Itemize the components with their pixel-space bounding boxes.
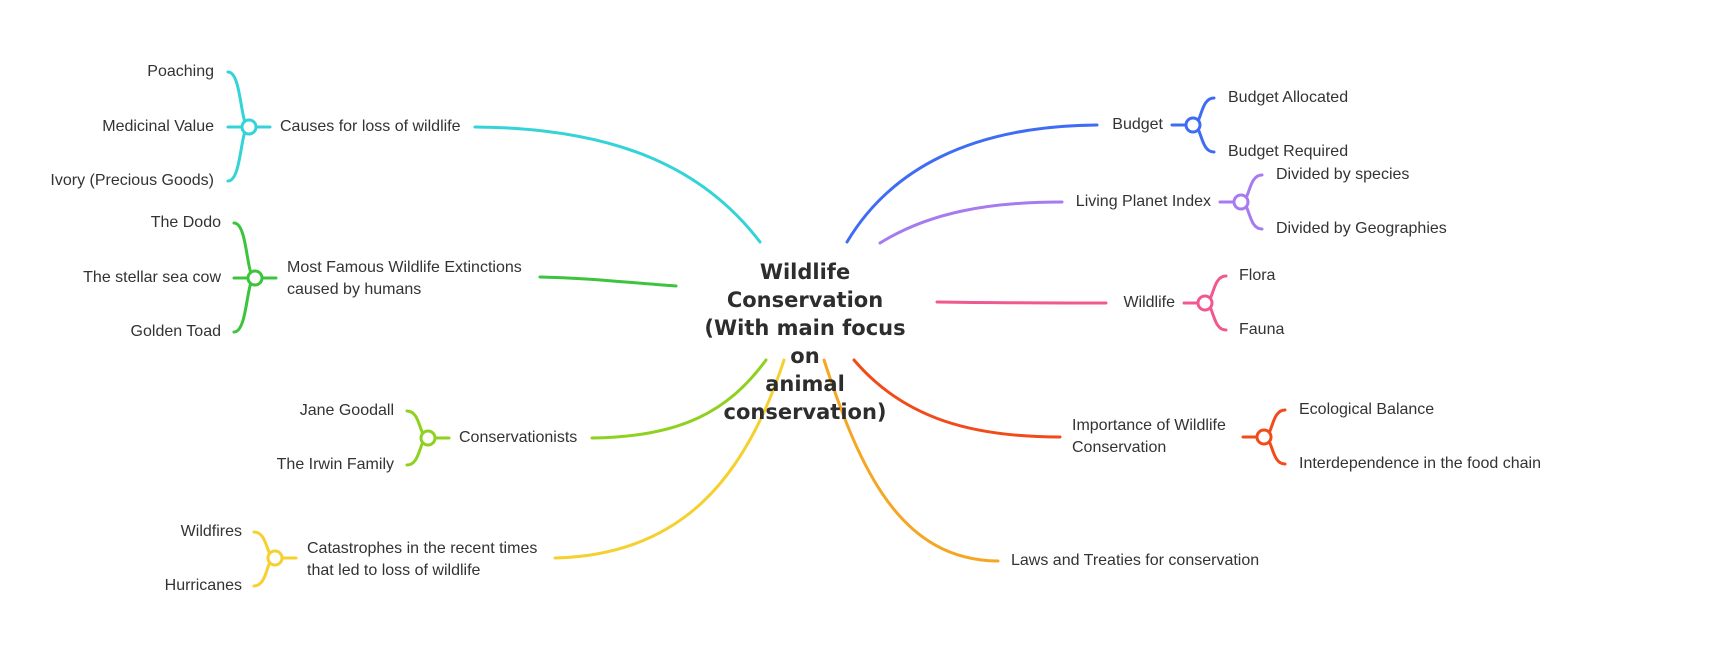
central-topic-line-1: Wildlife Conservation [726, 260, 884, 312]
connector-ext-toad [232, 276, 257, 334]
subtopic-poaching[interactable]: Poaching [147, 61, 214, 83]
junction-wildlife[interactable] [1196, 294, 1214, 312]
connector-causes-ivory [226, 125, 251, 183]
junction-importance[interactable] [1255, 428, 1273, 446]
subtopic-golden-toad[interactable]: Golden Toad [131, 321, 221, 343]
subtopic-ecological-balance[interactable]: Ecological Balance [1299, 399, 1434, 421]
subtopic-interdependence[interactable]: Interdependence in the food chain [1299, 453, 1541, 475]
junction-catastrophes[interactable] [266, 549, 284, 567]
connector-causes-poaching [226, 70, 251, 129]
connector-causes [473, 125, 762, 244]
junction-lpi[interactable] [1232, 193, 1250, 211]
subtopic-fauna[interactable]: Fauna [1239, 319, 1284, 341]
central-topic-line-2: (With main focus on [704, 316, 906, 368]
junction-causes[interactable] [240, 118, 258, 136]
subtopic-stellar-sea-cow[interactable]: The stellar sea cow [83, 267, 221, 289]
topic-extinctions-line-1: Most Famous Wildlife Extinctions [287, 259, 522, 276]
connector-lpi [878, 200, 1064, 245]
subtopic-irwin-family[interactable]: The Irwin Family [277, 454, 394, 476]
subtopic-ivory[interactable]: Ivory (Precious Goods) [50, 170, 214, 192]
topic-conservationists[interactable]: Conservationists [459, 427, 577, 449]
subtopic-dodo[interactable]: The Dodo [151, 212, 221, 234]
subtopic-budget-allocated[interactable]: Budget Allocated [1228, 87, 1348, 109]
junction-budget[interactable] [1184, 116, 1202, 134]
topic-wildlife[interactable]: Wildlife [1123, 292, 1175, 314]
connector-extinctions [538, 275, 678, 288]
connector-ext-dodo [232, 221, 257, 280]
subtopic-budget-required[interactable]: Budget Required [1228, 141, 1348, 163]
topic-extinctions[interactable]: Most Famous Wildlife Extinctions caused … [287, 257, 537, 301]
topic-laws-treaties[interactable]: Laws and Treaties for conservation [1011, 550, 1259, 572]
subtopic-wildfires[interactable]: Wildfires [181, 521, 242, 543]
connector-wildlife [935, 300, 1108, 305]
subtopic-divided-by-geographies[interactable]: Divided by Geographies [1276, 218, 1447, 240]
topic-importance[interactable]: Importance of Wildlife Conservation [1072, 415, 1242, 459]
topic-causes[interactable]: Causes for loss of wildlife [280, 116, 461, 138]
subtopic-hurricanes[interactable]: Hurricanes [165, 575, 242, 597]
subtopic-jane-goodall[interactable]: Jane Goodall [300, 400, 394, 422]
junction-extinctions[interactable] [246, 269, 264, 287]
central-topic[interactable]: Wildlife Conservation (With main focus o… [690, 258, 920, 426]
subtopic-flora[interactable]: Flora [1239, 265, 1275, 287]
subtopic-medicinal-value[interactable]: Medicinal Value [102, 116, 214, 138]
subtopic-divided-by-species[interactable]: Divided by species [1276, 164, 1409, 186]
topic-importance-line-2: Conservation [1072, 439, 1167, 456]
topic-catastrophes-line-2: that led to loss of wildlife [307, 562, 481, 579]
topic-extinctions-line-2: caused by humans [287, 281, 422, 298]
topic-living-planet-index[interactable]: Living Planet Index [1076, 191, 1211, 213]
central-topic-line-3: animal conservation) [723, 372, 887, 424]
connector-budget [845, 123, 1099, 244]
topic-catastrophes-line-1: Catastrophes in the recent times [307, 540, 538, 557]
topic-importance-line-1: Importance of Wildlife [1072, 417, 1226, 434]
topic-catastrophes[interactable]: Catastrophes in the recent times that le… [307, 538, 552, 582]
junction-conservationists[interactable] [419, 429, 437, 447]
topic-budget[interactable]: Budget [1112, 114, 1163, 136]
